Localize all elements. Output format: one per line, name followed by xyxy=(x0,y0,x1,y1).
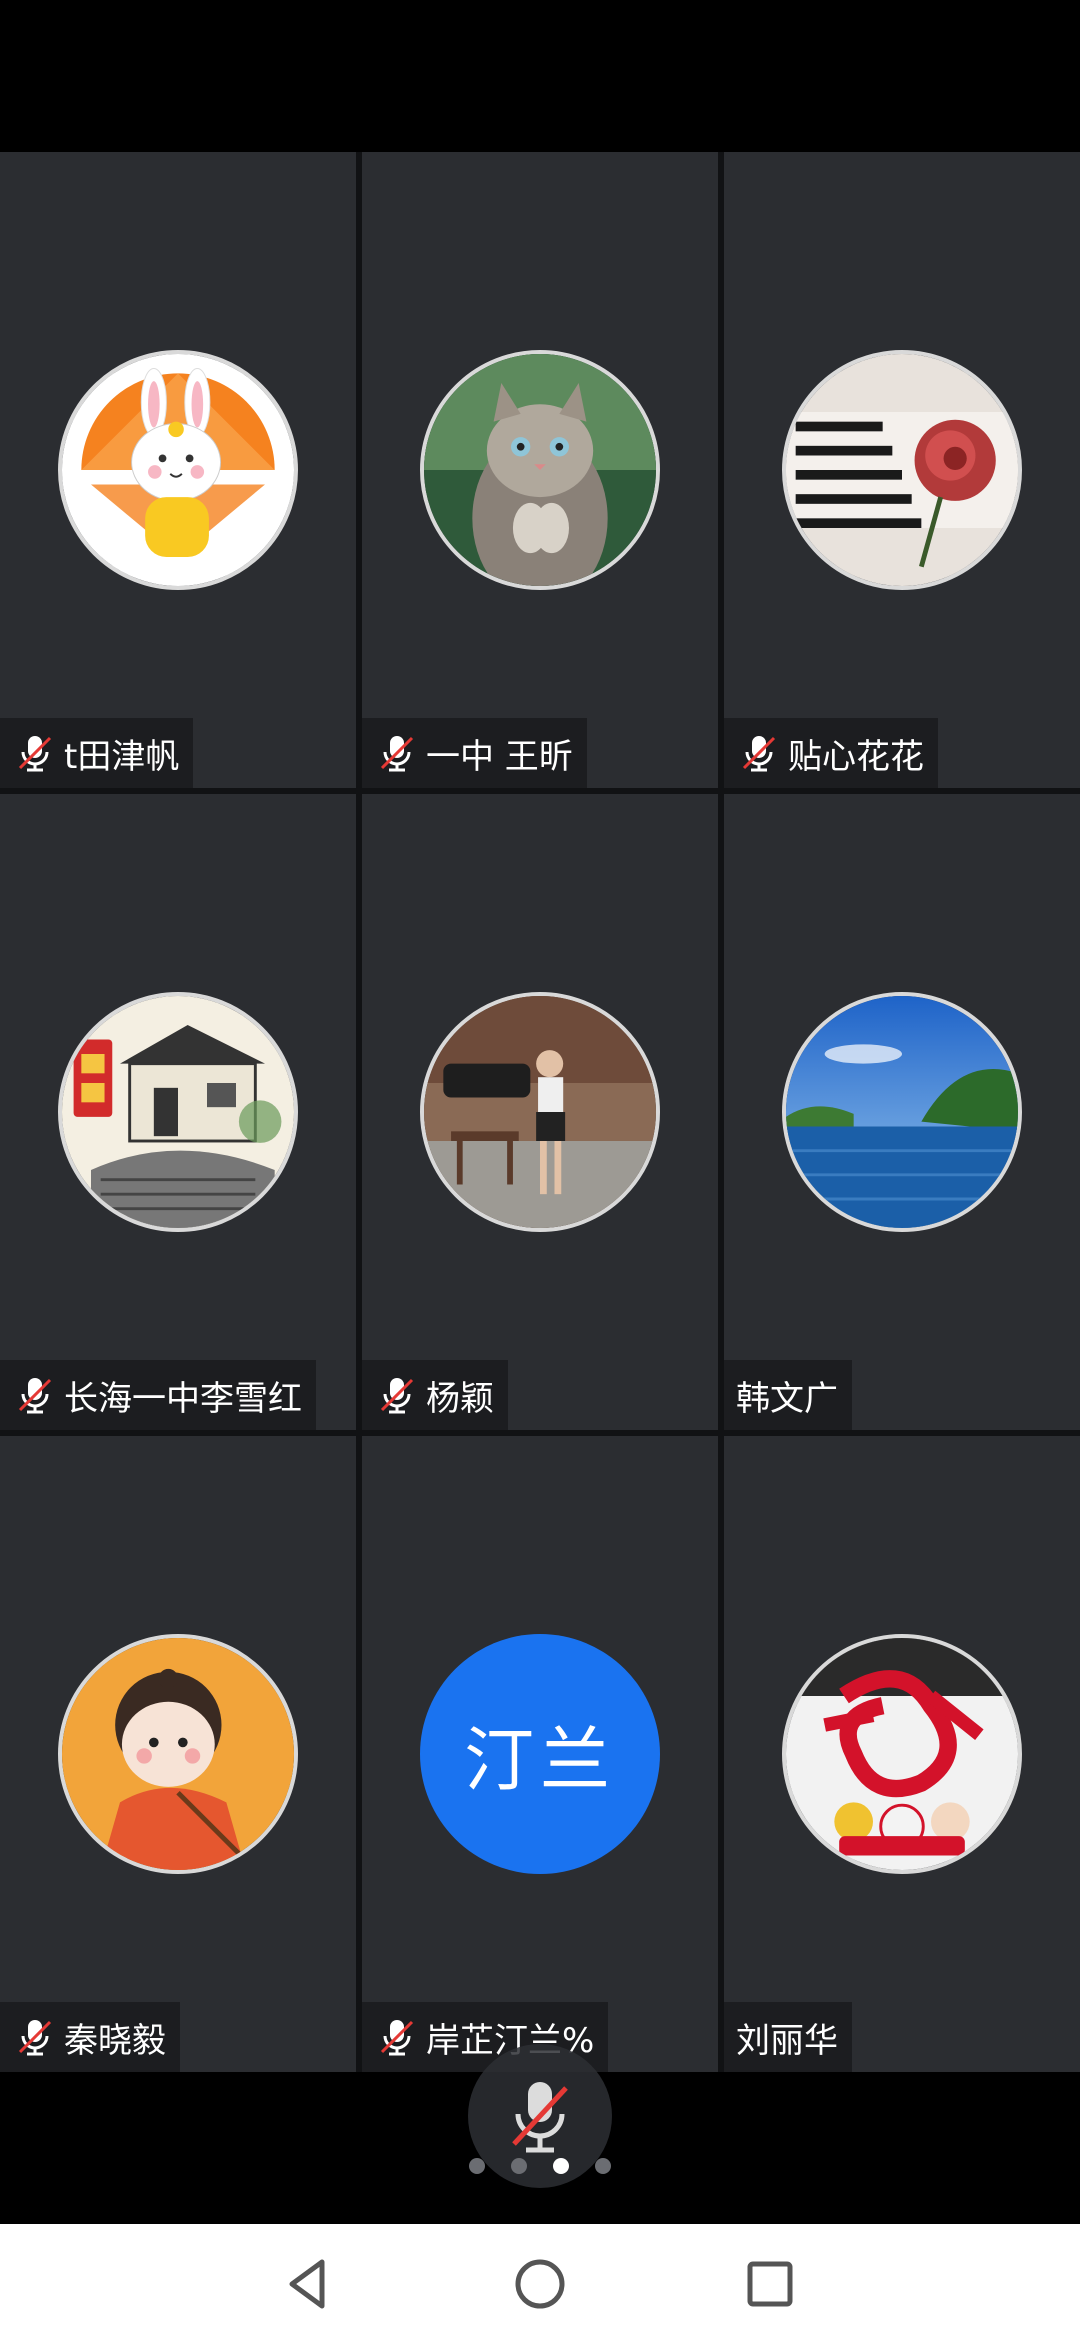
participant-tile[interactable]: 汀兰 岸芷汀兰% xyxy=(362,1436,718,2072)
muted-microphone-icon xyxy=(380,1378,414,1414)
home-circle-icon[interactable] xyxy=(508,2252,572,2316)
back-triangle-icon[interactable] xyxy=(278,2252,342,2316)
participant-name: 韩文广 xyxy=(736,1378,838,1419)
page-dot[interactable] xyxy=(511,2158,527,2174)
system-navigation-bar xyxy=(0,2224,1080,2340)
participant-tile[interactable]: 一中 王昕 xyxy=(362,152,718,788)
participant-tile[interactable]: 秦晓毅 xyxy=(0,1436,356,2072)
muted-microphone-icon xyxy=(512,2082,568,2153)
muted-microphone-icon xyxy=(18,2020,52,2056)
participant-name-tag: t田津帆 xyxy=(0,718,194,788)
participant-name-tag: 杨颖 xyxy=(362,1360,508,1430)
participant-grid: t田津帆 一中 王昕 贴心花花 长海一中李雪红 杨颖 韩文广 秦晓毅 汀兰 岸芷… xyxy=(0,152,1080,2072)
avatar xyxy=(420,350,660,590)
participant-name-tag: 刘丽华 xyxy=(724,2002,852,2072)
participant-name-tag: 长海一中李雪红 xyxy=(0,1360,316,1430)
page-dot[interactable] xyxy=(595,2158,611,2174)
participant-name-tag: 韩文广 xyxy=(724,1360,852,1430)
kitten-avatar-image xyxy=(424,354,656,586)
participant-name: 秦晓毅 xyxy=(64,2020,166,2061)
participant-tile[interactable]: 刘丽华 xyxy=(724,1436,1080,2072)
piano-rose-avatar-image xyxy=(786,354,1018,586)
muted-microphone-icon xyxy=(18,1378,52,1414)
fu-character-avatar-image xyxy=(786,1638,1018,1870)
participant-name: 一中 王昕 xyxy=(426,736,573,777)
avatar xyxy=(782,992,1022,1232)
muted-microphone-icon xyxy=(380,2020,414,2056)
meeting-screen: t田津帆 一中 王昕 贴心花花 长海一中李雪红 杨颖 韩文广 秦晓毅 汀兰 岸芷… xyxy=(0,0,1080,2340)
avatar xyxy=(782,1634,1022,1874)
participant-name-tag: 贴心花花 xyxy=(724,718,938,788)
woman-street-avatar-image xyxy=(424,996,656,1228)
avatar xyxy=(58,1634,298,1874)
avatar xyxy=(58,350,298,590)
participant-tile[interactable]: 杨颖 xyxy=(362,794,718,1430)
initials-avatar: 汀兰 xyxy=(420,1634,660,1874)
participant-name: t田津帆 xyxy=(64,736,180,777)
recents-square-icon[interactable] xyxy=(738,2252,802,2316)
avatar xyxy=(782,350,1022,590)
avatar xyxy=(58,992,298,1232)
participant-name: 贴心花花 xyxy=(788,736,924,777)
participant-name-tag: 秦晓毅 xyxy=(0,2002,180,2072)
page-dot[interactable] xyxy=(469,2158,485,2174)
page-indicator[interactable] xyxy=(0,2158,1080,2178)
participant-tile[interactable]: 贴心花花 xyxy=(724,152,1080,788)
participant-name-tag: 一中 王昕 xyxy=(362,718,587,788)
page-dot-active[interactable] xyxy=(553,2158,569,2174)
avatar xyxy=(420,992,660,1232)
muted-microphone-icon xyxy=(18,736,52,772)
good-luck-painting-avatar-image xyxy=(62,996,294,1228)
participant-tile[interactable]: t田津帆 xyxy=(0,152,356,788)
participant-name: 刘丽华 xyxy=(736,2020,838,2061)
participant-tile[interactable]: 韩文广 xyxy=(724,794,1080,1430)
status-bar xyxy=(0,0,1080,152)
participant-tile[interactable]: 长海一中李雪红 xyxy=(0,794,356,1430)
muted-microphone-icon xyxy=(380,736,414,772)
cartoon-girl-avatar-image xyxy=(62,1638,294,1870)
participant-name: 杨颖 xyxy=(426,1378,494,1419)
lake-island-avatar-image xyxy=(786,996,1018,1228)
muted-microphone-icon xyxy=(742,736,776,772)
rabbit-umbrella-avatar-image xyxy=(62,354,294,586)
participant-name: 长海一中李雪红 xyxy=(64,1378,302,1419)
